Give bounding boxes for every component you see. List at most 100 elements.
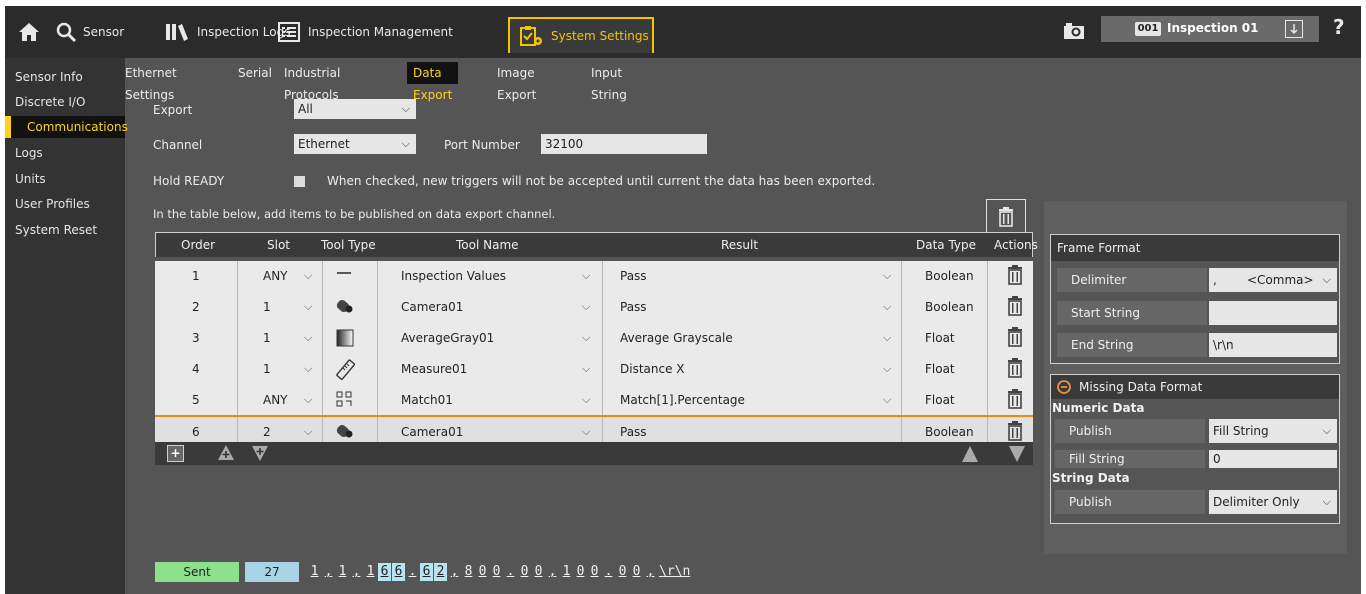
tool-name-value: Measure01 — [401, 362, 468, 376]
slot-select[interactable]: 1 ⌵ — [263, 292, 319, 322]
fill-string-label: Fill String — [1055, 450, 1205, 468]
tab-serial[interactable]: Serial — [238, 62, 272, 84]
logs-label: Inspection Logs — [197, 25, 291, 39]
inspection-download-button[interactable] — [1285, 20, 1303, 38]
home-button[interactable] — [17, 14, 41, 50]
column-divider — [602, 292, 603, 323]
port-number-input[interactable]: 32100 — [541, 134, 707, 154]
result-select[interactable]: Distance X ⌵ — [620, 354, 896, 384]
data-type-cell: Boolean — [925, 300, 974, 314]
delete-row-button[interactable] — [1007, 327, 1023, 349]
export-char: 0 — [632, 564, 641, 579]
chevron-down-icon: ⌵ — [304, 331, 313, 344]
result-value: Pass — [620, 300, 647, 314]
books-icon — [166, 24, 188, 41]
help-button[interactable]: ? — [1333, 14, 1345, 40]
result-value: Average Grayscale — [620, 331, 733, 345]
tab-input-string[interactable]: Input String — [591, 62, 627, 102]
column-divider — [322, 385, 323, 416]
trash-icon — [1007, 358, 1023, 381]
end-string-input[interactable]: \r\n — [1209, 333, 1337, 357]
numeric-publish-select[interactable]: Fill String ⌵ — [1209, 419, 1337, 443]
slot-select[interactable]: 1 ⌵ — [263, 323, 319, 353]
camera-button[interactable] — [1063, 20, 1085, 42]
chevron-down-icon: ⌵ — [1322, 495, 1331, 508]
tab-ethernet-settings[interactable]: Ethernet Settings — [125, 62, 177, 102]
table-header: Order Slot Tool Type Tool Name Result Da… — [155, 232, 1038, 257]
delete-row-button[interactable] — [1007, 265, 1023, 287]
table-row[interactable]: 5 ANY ⌵ Match01 ⌵ Match[1].Percentage ⌵ Float — [155, 385, 1033, 417]
delete-row-button[interactable] — [1007, 389, 1023, 411]
chevron-down-icon: ⌵ — [1322, 424, 1331, 437]
start-string-input[interactable] — [1209, 301, 1337, 325]
table-row[interactable]: 3 1 ⌵ AverageGray01 ⌵ Average Grayscale ⌵ Float — [155, 323, 1033, 355]
export-value: All — [298, 102, 313, 116]
tab-image-export[interactable]: Image Export — [497, 62, 536, 102]
sidebar-item-sensor-info[interactable]: Sensor Info — [5, 66, 125, 88]
slot-select[interactable]: ANY ⌵ — [263, 261, 319, 291]
tool-name-select[interactable]: Match01 ⌵ — [401, 385, 595, 415]
move-up-button[interactable] — [961, 445, 979, 466]
result-select[interactable]: Match[1].Percentage ⌵ — [620, 385, 896, 415]
sidebar-item-discrete-io[interactable]: Discrete I/O — [5, 91, 125, 113]
delete-all-button[interactable] — [986, 199, 1026, 233]
column-divider — [987, 385, 988, 416]
sidebar-item-communications[interactable]: Communications — [5, 116, 128, 138]
table-row[interactable]: 1 ANY ⌵ Inspection Values ⌵ Pass ⌵ Boolean — [155, 261, 1033, 293]
inspection-management-button[interactable]: Inspection Management — [278, 14, 453, 50]
tool-name-select[interactable]: Camera01 ⌵ — [401, 292, 595, 322]
string-publish-value: Delimiter Only — [1213, 495, 1300, 509]
sidebar-item-system-reset[interactable]: System Reset — [5, 219, 125, 241]
inspection-logs-button[interactable]: Inspection Logs — [165, 14, 290, 50]
search-sensor-icon — [56, 22, 77, 43]
slot-value: ANY — [263, 269, 288, 283]
column-divider — [987, 292, 988, 323]
camera-icon — [1064, 23, 1084, 39]
tool-name-value: Camera01 — [401, 300, 464, 314]
trash-icon — [1007, 327, 1023, 350]
tool-name-select[interactable]: AverageGray01 ⌵ — [401, 323, 595, 353]
header-tool-type: Tool Type — [321, 238, 376, 252]
insert-below-button[interactable] — [251, 444, 269, 465]
move-down-button[interactable] — [1008, 445, 1026, 466]
export-select[interactable]: All ⌵ — [294, 99, 416, 119]
insert-above-button[interactable] — [217, 444, 235, 465]
collapse-button[interactable] — [1057, 380, 1071, 397]
delimiter-select[interactable]: , <Comma> ⌵ — [1209, 268, 1337, 292]
result-value: Distance X — [620, 362, 685, 376]
result-select[interactable]: Average Grayscale ⌵ — [620, 323, 896, 353]
chevron-down-icon: ⌵ — [401, 102, 410, 115]
add-row-button[interactable]: + — [167, 445, 184, 462]
home-icon — [19, 23, 39, 41]
tool-name-select[interactable]: Measure01 ⌵ — [401, 354, 595, 384]
tab-data-export[interactable]: Data Export — [407, 62, 459, 102]
table-row[interactable]: 4 1 ⌵ Measure01 ⌵ Distance X ⌵ Float — [155, 354, 1033, 386]
delete-row-button[interactable] — [1007, 421, 1023, 443]
hold-ready-checkbox[interactable] — [294, 176, 305, 187]
tool-name-value: AverageGray01 — [401, 331, 495, 345]
inspection-selector[interactable]: 001 Inspection 01 — [1101, 16, 1319, 42]
delete-row-button[interactable] — [1007, 296, 1023, 318]
sidebar-item-logs[interactable]: Logs — [5, 142, 125, 164]
system-settings-tab[interactable]: System Settings — [508, 17, 654, 53]
result-select[interactable]: Pass ⌵ — [620, 261, 896, 291]
order-cell: 3 — [192, 331, 200, 345]
string-publish-select[interactable]: Delimiter Only ⌵ — [1209, 490, 1337, 514]
app-window: Sensor Inspection Logs Inspection Manage… — [5, 6, 1361, 594]
export-char: , — [548, 564, 557, 579]
result-select[interactable]: Pass ⌵ — [620, 292, 896, 322]
column-divider — [237, 292, 238, 323]
export-char: 1 — [338, 564, 347, 579]
fill-string-input[interactable]: 0 — [1209, 450, 1337, 468]
delete-row-button[interactable] — [1007, 358, 1023, 380]
sensor-button[interactable]: Sensor — [55, 14, 124, 50]
table-row[interactable]: 2 1 ⌵ Camera01 ⌵ Pass ⌵ Boolean — [155, 292, 1033, 324]
tab-industrial-protocols[interactable]: Industrial Protocols — [284, 62, 340, 102]
slot-select[interactable]: 1 ⌵ — [263, 354, 319, 384]
sidebar-item-user-profiles[interactable]: User Profiles — [5, 193, 125, 215]
sidebar-item-units[interactable]: Units — [5, 168, 125, 190]
channel-select[interactable]: Ethernet ⌵ — [294, 134, 416, 154]
slot-select[interactable]: ANY ⌵ — [263, 385, 319, 415]
tool-name-select[interactable]: Inspection Values ⌵ — [401, 261, 595, 291]
chevron-down-icon: ⌵ — [883, 269, 892, 282]
